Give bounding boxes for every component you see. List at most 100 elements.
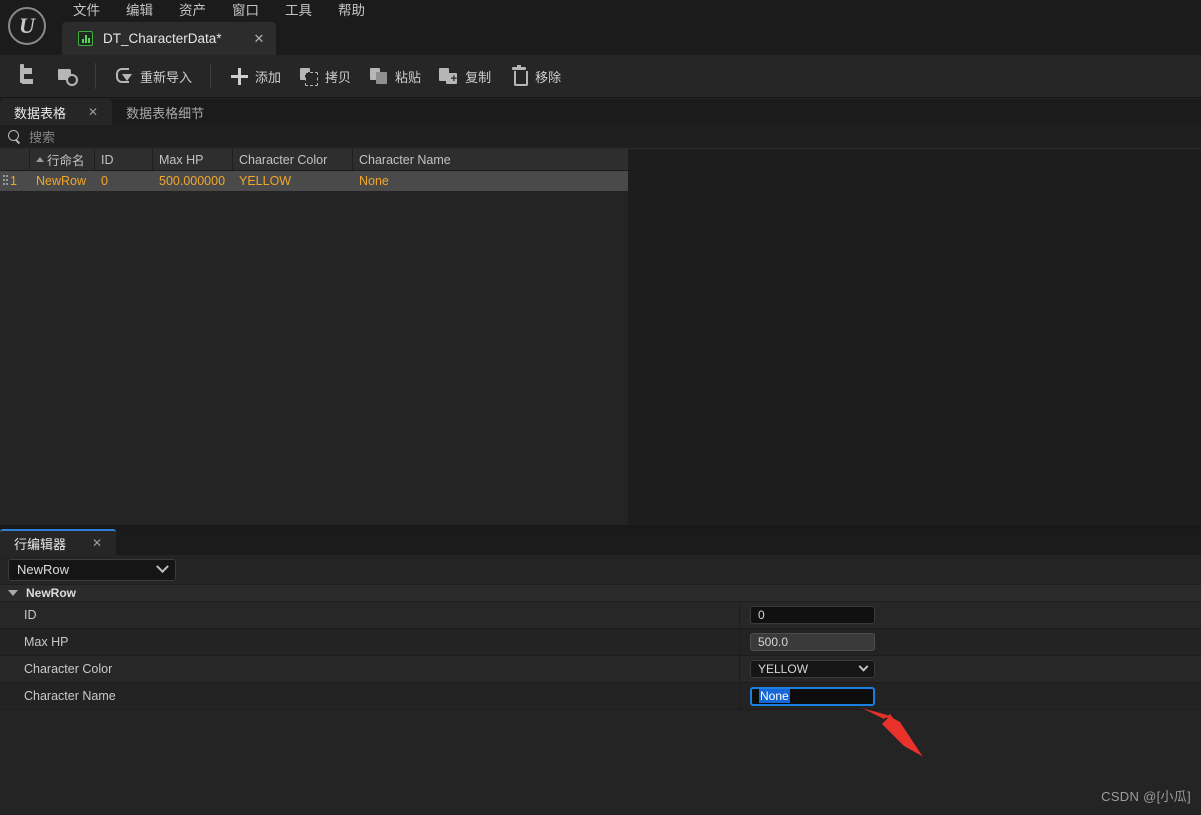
table-empty-area	[0, 191, 628, 525]
property-label-id: ID	[0, 601, 740, 629]
tab-row-editor[interactable]: 行编辑器 ✕	[0, 529, 117, 555]
tab-datatable-details-label: 数据表格细节	[126, 105, 205, 121]
paste-label: 粘贴	[395, 69, 422, 85]
tab-datatable-details[interactable]: 数据表格细节	[112, 99, 218, 125]
category-header-newrow[interactable]: NewRow	[0, 584, 1201, 602]
asset-toolbar: 重新导入 添加 拷贝 粘贴 + 复制 移除	[0, 55, 1201, 98]
remove-button[interactable]: 移除	[500, 59, 570, 93]
search-icon	[8, 130, 21, 143]
id-field[interactable]: 0	[750, 606, 875, 624]
chevron-down-icon	[156, 560, 169, 574]
property-value-max-hp: 500.0	[740, 633, 1201, 651]
category-title: NewRow	[26, 586, 77, 600]
duplicate-label: 复制	[465, 69, 492, 85]
main-menu-bar: 文件 编辑 资产 窗口 工具 帮助	[60, 0, 378, 22]
search-bar[interactable]: 搜索	[0, 125, 1201, 149]
column-header-index[interactable]	[0, 149, 30, 170]
column-header-max-hp[interactable]: Max HP	[153, 149, 233, 170]
column-header-id-label: ID	[101, 152, 114, 167]
row-editor-tab-bar: 行编辑器 ✕	[0, 529, 1201, 555]
drag-handle-icon[interactable]	[0, 171, 10, 191]
remove-label: 移除	[535, 69, 562, 85]
column-header-character-name[interactable]: Character Name	[353, 149, 628, 170]
menu-window[interactable]: 窗口	[219, 0, 272, 22]
character-color-dropdown[interactable]: YELLOW	[750, 660, 875, 678]
title-bar: U 文件 编辑 资产 窗口 工具 帮助 DT_CharacterData* ✕	[0, 0, 1201, 55]
character-name-value: None	[759, 689, 790, 703]
cell-row-name[interactable]: NewRow	[30, 171, 95, 191]
add-button[interactable]: 添加	[220, 59, 290, 93]
chevron-down-icon	[858, 661, 869, 672]
property-row-id: ID 0	[0, 601, 1201, 629]
column-header-row-name[interactable]: 行命名	[30, 149, 95, 170]
document-tab-dt-characterdata[interactable]: DT_CharacterData* ✕	[62, 22, 277, 55]
property-row-character-name: Character Name None	[0, 682, 1201, 710]
menu-file[interactable]: 文件	[60, 0, 113, 22]
reimport-button[interactable]: 重新导入	[105, 59, 201, 93]
row-index-label: 1	[10, 174, 17, 188]
close-icon[interactable]: ✕	[88, 105, 98, 119]
close-icon[interactable]: ✕	[92, 536, 102, 550]
copy-icon	[299, 66, 319, 86]
cell-character-color[interactable]: YELLOW	[233, 171, 353, 191]
document-tab-title: DT_CharacterData*	[103, 31, 222, 46]
tab-datatable-label: 数据表格	[14, 105, 67, 121]
table-row[interactable]: 1 NewRow 0 500.000000 YELLOW None	[0, 171, 628, 191]
property-row-character-color: Character Color YELLOW	[0, 655, 1201, 683]
right-empty-panel	[628, 149, 1201, 525]
tab-datatable[interactable]: 数据表格 ✕	[0, 99, 113, 125]
row-name-dropdown-value: NewRow	[17, 562, 70, 577]
duplicate-button[interactable]: + 复制	[430, 59, 500, 93]
panel-tab-bar: 数据表格 ✕ 数据表格细节	[0, 99, 1201, 125]
copy-button[interactable]: 拷贝	[290, 59, 360, 93]
character-name-field[interactable]: None	[750, 686, 875, 706]
unreal-logo-icon[interactable]: U	[8, 7, 46, 45]
menu-help[interactable]: 帮助	[325, 0, 378, 22]
datatable-grid: 行命名 ID Max HP Character Color Character …	[0, 149, 628, 525]
browse-icon	[57, 66, 78, 86]
character-color-value: YELLOW	[758, 662, 809, 676]
tab-row-editor-label: 行编辑器	[14, 536, 67, 552]
save-icon	[19, 64, 39, 86]
row-name-dropdown[interactable]: NewRow	[8, 558, 176, 581]
toolbar-divider	[95, 63, 96, 89]
property-value-id: 0	[740, 606, 1201, 624]
property-value-character-name: None	[740, 686, 1201, 706]
datatable-icon	[78, 31, 93, 46]
expand-triangle-icon[interactable]	[8, 590, 18, 596]
row-select-bar: NewRow	[0, 555, 1201, 584]
property-value-character-color: YELLOW	[740, 660, 1201, 678]
save-button[interactable]	[10, 59, 48, 93]
cell-character-name[interactable]: None	[353, 171, 628, 191]
max-hp-field[interactable]: 500.0	[750, 633, 875, 651]
menu-edit[interactable]: 编辑	[113, 0, 166, 22]
reimport-icon	[114, 66, 134, 86]
document-tab-bar: DT_CharacterData* ✕	[62, 22, 277, 55]
paste-button[interactable]: 粘贴	[360, 59, 430, 93]
toolbar-divider	[210, 63, 212, 89]
reimport-label: 重新导入	[140, 69, 193, 85]
column-header-character-color[interactable]: Character Color	[233, 149, 353, 170]
column-header-character-color-label: Character Color	[239, 152, 328, 167]
table-header-row: 行命名 ID Max HP Character Color Character …	[0, 149, 628, 171]
copy-label: 拷贝	[325, 69, 352, 85]
watermark: CSDN @[小瓜]	[1101, 789, 1191, 804]
close-icon[interactable]: ✕	[232, 31, 265, 47]
column-header-max-hp-label: Max HP	[159, 152, 204, 167]
browse-button[interactable]	[48, 59, 86, 93]
menu-tools[interactable]: 工具	[272, 0, 325, 22]
remove-icon	[509, 65, 529, 86]
property-label-max-hp: Max HP	[0, 628, 740, 656]
row-index-cell: 1	[0, 171, 30, 191]
row-editor-panel: 行编辑器 ✕ NewRow NewRow ID 0 Max HP 500.0 C…	[0, 529, 1201, 815]
property-label-character-color: Character Color	[0, 655, 740, 683]
menu-assets[interactable]: 资产	[166, 0, 219, 22]
column-header-id[interactable]: ID	[95, 149, 153, 170]
paste-icon	[369, 66, 389, 86]
add-icon	[229, 66, 249, 86]
unreal-editor-window: U 文件 编辑 资产 窗口 工具 帮助 DT_CharacterData* ✕	[0, 0, 1201, 815]
cell-max-hp[interactable]: 500.000000	[153, 171, 233, 191]
cell-id[interactable]: 0	[95, 171, 153, 191]
property-label-character-name: Character Name	[0, 682, 740, 710]
search-input[interactable]: 搜索	[29, 127, 55, 146]
